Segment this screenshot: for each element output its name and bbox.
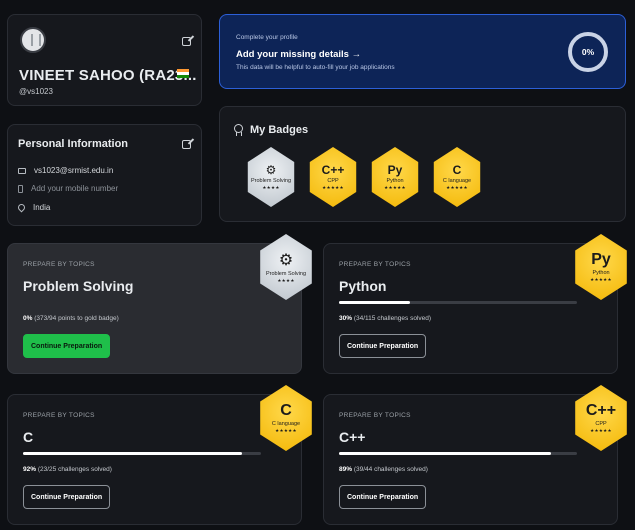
topic-card-problem-solving[interactable]: PREPARE BY TOPICS Problem Solving 0% (37… <box>7 234 312 374</box>
badges-title: My Badges <box>250 124 309 136</box>
python-badge-icon: Py <box>591 251 611 268</box>
badge-stars: ★★★★★ <box>275 428 297 433</box>
topic-name: Problem Solving <box>23 278 134 294</box>
location-row: India <box>16 202 51 213</box>
topic-progress-detail: (34/115 challenges solved) <box>353 315 432 322</box>
location-pin-icon <box>16 202 27 213</box>
problem-solving-badge-icon: ⚙ <box>265 163 277 177</box>
continue-preparation-button[interactable]: Continue Preparation <box>339 485 427 509</box>
badge-stars: ★★★★★ <box>446 185 468 190</box>
phone-row[interactable]: Add your mobile number <box>18 184 118 193</box>
topic-progress-text: 92% (23/25 challenges solved) <box>23 466 112 473</box>
badge-label: CPP <box>595 421 607 427</box>
continue-preparation-button[interactable]: Continue Preparation <box>23 485 111 509</box>
badge-label: Python <box>386 178 404 184</box>
country-value: India <box>33 203 51 212</box>
badge-label: Python <box>592 270 610 276</box>
topic-name: C <box>23 429 34 445</box>
personal-information-card: Personal Information vs1023@srmist.edu.i… <box>7 124 202 226</box>
cpp-badge-icon: C++ <box>585 402 617 419</box>
topic-card-c[interactable]: PREPARE BY TOPICS C 92% (23/25 challenge… <box>7 385 312 525</box>
badge-stars: ★★★★★ <box>590 277 612 282</box>
phone-icon <box>18 184 23 193</box>
profile-name: VINEET SAHOO (RA23... <box>19 67 197 84</box>
progress-fill <box>339 301 411 304</box>
c-badge-icon: C <box>452 163 462 177</box>
badge-stars: ★★★★ <box>277 278 295 283</box>
progress-fill <box>23 452 242 455</box>
problem-solving-topic-badge: ⚙ Problem Solving ★★★★ <box>260 234 312 300</box>
badge-label: CPP <box>327 178 339 184</box>
topic-progress-percent: 30% <box>339 315 353 322</box>
c-topic-badge: C C language ★★★★★ <box>260 385 312 451</box>
topic-name: Python <box>339 278 387 294</box>
topic-progress-percent: 92% <box>23 466 37 473</box>
complete-profile-banner[interactable]: Complete your profile Add your missing d… <box>219 14 626 89</box>
badge-stars: ★★★★ <box>262 185 280 190</box>
topic-progress-percent: 0% <box>23 315 33 322</box>
topic-name: C++ <box>339 429 366 445</box>
avatar[interactable] <box>20 27 46 53</box>
topic-progress-text: 30% (34/115 challenges solved) <box>339 315 431 322</box>
badge-label: Problem Solving <box>250 178 292 184</box>
python-topic-badge: Py Python ★★★★★ <box>575 234 627 300</box>
topic-progress-bar <box>339 452 577 455</box>
badge-stars: ★★★★★ <box>590 428 612 433</box>
topic-card-python[interactable]: PREPARE BY TOPICS Python 30% (34/115 cha… <box>323 234 627 374</box>
topic-card-cpp[interactable]: PREPARE BY TOPICS C++ 89% (39/44 challen… <box>323 385 627 525</box>
topic-progress-detail: (373/94 points to gold badge) <box>34 315 119 322</box>
badge-stars: ★★★★★ <box>384 185 406 190</box>
badge-cpp[interactable]: C++ CPP ★★★★★ <box>309 147 357 207</box>
add-missing-details-link[interactable]: Add your missing details → <box>236 49 361 60</box>
continue-preparation-button[interactable]: Continue Preparation <box>339 334 427 358</box>
badge-python[interactable]: Py Python ★★★★★ <box>371 147 419 207</box>
topic-tag: PREPARE BY TOPICS <box>339 261 411 268</box>
award-icon <box>234 124 243 136</box>
profile-handle: @vs1023 <box>19 87 53 96</box>
cpp-topic-badge: C++ CPP ★★★★★ <box>575 385 627 451</box>
completion-percent: 0% <box>581 47 595 57</box>
c-badge-icon: C <box>280 402 292 419</box>
edit-profile-icon[interactable] <box>182 37 191 46</box>
email-value: vs1023@srmist.edu.in <box>34 166 114 175</box>
email-row: vs1023@srmist.edu.in <box>18 166 113 175</box>
python-badge-icon: Py <box>387 163 403 177</box>
personal-info-title: Personal Information <box>18 138 129 150</box>
continue-preparation-button[interactable]: Continue Preparation <box>23 334 111 358</box>
badge-label: Problem Solving <box>265 271 307 277</box>
completion-progress-ring: 0% <box>568 32 608 72</box>
my-badges-card: My Badges ⚙ Problem Solving ★★★★ C++ CPP… <box>219 106 626 222</box>
cpp-badge-icon: C++ <box>321 163 345 177</box>
topic-progress-text: 0% (373/94 points to gold badge) <box>23 315 119 322</box>
topic-progress-percent: 89% <box>339 466 353 473</box>
topic-progress-bar <box>23 452 261 455</box>
problem-solving-badge-icon: ⚙ <box>278 252 294 269</box>
badge-c-language[interactable]: C C language ★★★★★ <box>433 147 481 207</box>
badge-label: C language <box>442 178 472 184</box>
badge-problem-solving[interactable]: ⚙ Problem Solving ★★★★ <box>247 147 295 207</box>
complete-profile-label: Complete your profile <box>236 34 298 41</box>
mail-icon <box>18 167 26 174</box>
topic-tag: PREPARE BY TOPICS <box>23 412 95 419</box>
phone-placeholder[interactable]: Add your mobile number <box>31 184 118 193</box>
badge-stars: ★★★★★ <box>322 185 344 190</box>
complete-profile-subtext: This data will be helpful to auto-fill y… <box>236 64 395 71</box>
badge-label: C language <box>271 421 301 427</box>
topic-progress-detail: (39/44 challenges solved) <box>353 466 428 473</box>
edit-personal-info-icon[interactable] <box>182 140 191 149</box>
topic-progress-text: 89% (39/44 challenges solved) <box>339 466 428 473</box>
topic-tag: PREPARE BY TOPICS <box>23 261 95 268</box>
india-flag-icon <box>177 69 189 78</box>
topic-tag: PREPARE BY TOPICS <box>339 412 411 419</box>
profile-card: VINEET SAHOO (RA23... @vs1023 <box>7 14 202 106</box>
topic-progress-bar <box>339 301 577 304</box>
topic-progress-detail: (23/25 challenges solved) <box>37 466 112 473</box>
progress-fill <box>339 452 551 455</box>
